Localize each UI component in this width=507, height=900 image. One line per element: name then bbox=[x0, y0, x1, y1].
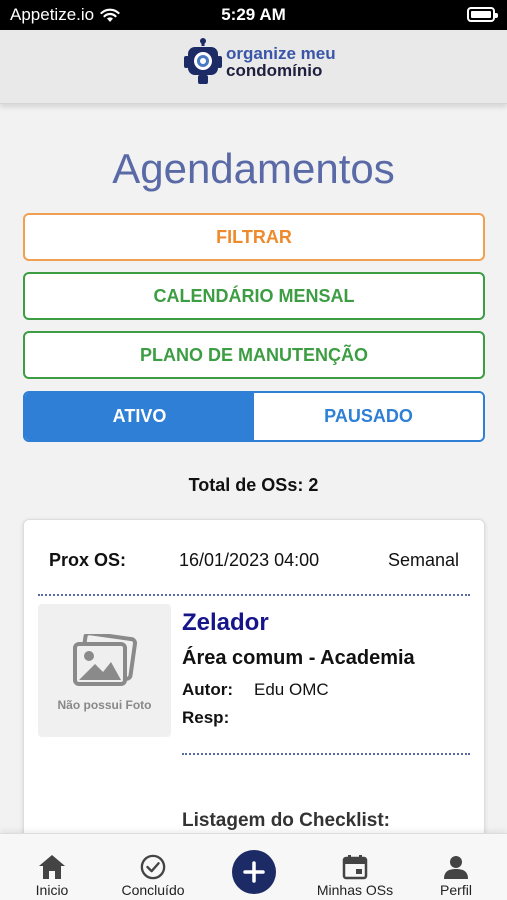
os-card[interactable]: Prox OS: 16/01/2023 04:00 Semanal Não po… bbox=[23, 519, 485, 859]
filter-button[interactable]: FILTRAR bbox=[23, 213, 485, 261]
tab-label-concluido: Concluído bbox=[121, 882, 185, 898]
page-title: Agendamentos bbox=[112, 145, 395, 192]
tab-concluido[interactable]: Concluído bbox=[116, 834, 190, 900]
os-frequency: Semanal bbox=[387, 550, 459, 570]
no-photo-caption: Não possui Foto bbox=[57, 698, 152, 712]
tab-label-inicio: Inicio bbox=[35, 882, 69, 898]
total-os-count: Total de OSs: 2 bbox=[188, 475, 319, 495]
tab-perfil[interactable]: Perfil bbox=[432, 834, 480, 900]
tab-label-minhas-oss: Minhas OSs bbox=[316, 882, 394, 898]
segment-ativo[interactable]: ATIVO bbox=[25, 393, 254, 440]
tab-label-perfil: Perfil bbox=[440, 882, 472, 898]
author-value: Edu OMC bbox=[254, 680, 329, 699]
status-segmented-control: ATIVO PAUSADO bbox=[23, 391, 485, 442]
card-divider bbox=[38, 594, 470, 596]
app-logo: organize meu condomínio bbox=[184, 38, 336, 86]
monthly-calendar-button[interactable]: CALENDÁRIO MENSAL bbox=[23, 272, 485, 320]
logo-line1: organize meu bbox=[226, 44, 336, 63]
responsible-label: Resp: bbox=[182, 708, 230, 727]
calendar-icon bbox=[342, 855, 368, 880]
tab-inicio[interactable]: Inicio bbox=[28, 834, 76, 900]
segment-pausado[interactable]: PAUSADO bbox=[254, 393, 483, 440]
os-title: Zelador bbox=[182, 609, 269, 636]
author-label: Autor: bbox=[182, 680, 233, 699]
check-circle-icon bbox=[140, 854, 166, 880]
maintenance-plan-button[interactable]: PLANO DE MANUTENÇÃO bbox=[23, 331, 485, 379]
card-divider-2 bbox=[182, 753, 470, 755]
image-placeholder-icon bbox=[73, 634, 137, 686]
home-icon bbox=[39, 855, 65, 879]
logo-text: organize meu condomínio bbox=[226, 45, 336, 79]
os-area: Área comum - Academia bbox=[182, 647, 415, 669]
tab-minhas-oss[interactable]: Minhas OSs bbox=[312, 834, 398, 900]
battery-icon bbox=[467, 7, 498, 22]
next-os-date: 16/01/2023 04:00 bbox=[179, 550, 320, 570]
checklist-heading: Listagem do Checklist: bbox=[182, 810, 390, 831]
add-os-button[interactable] bbox=[232, 850, 276, 894]
app-header: organize meu condomínio bbox=[0, 30, 507, 104]
add-icon bbox=[243, 861, 265, 883]
status-bar: Appetize.io 5:29 AM bbox=[0, 0, 507, 30]
logo-line2: condomínio bbox=[226, 61, 323, 80]
person-icon bbox=[444, 856, 468, 879]
os-photo-placeholder: Não possui Foto bbox=[38, 604, 171, 737]
status-time: 5:29 AM bbox=[221, 5, 286, 24]
next-os-label: Prox OS: bbox=[49, 550, 127, 570]
bottom-tab-bar: Inicio Concluído Minhas OSs Perfil bbox=[0, 833, 507, 900]
robot-logo-icon bbox=[184, 38, 222, 84]
